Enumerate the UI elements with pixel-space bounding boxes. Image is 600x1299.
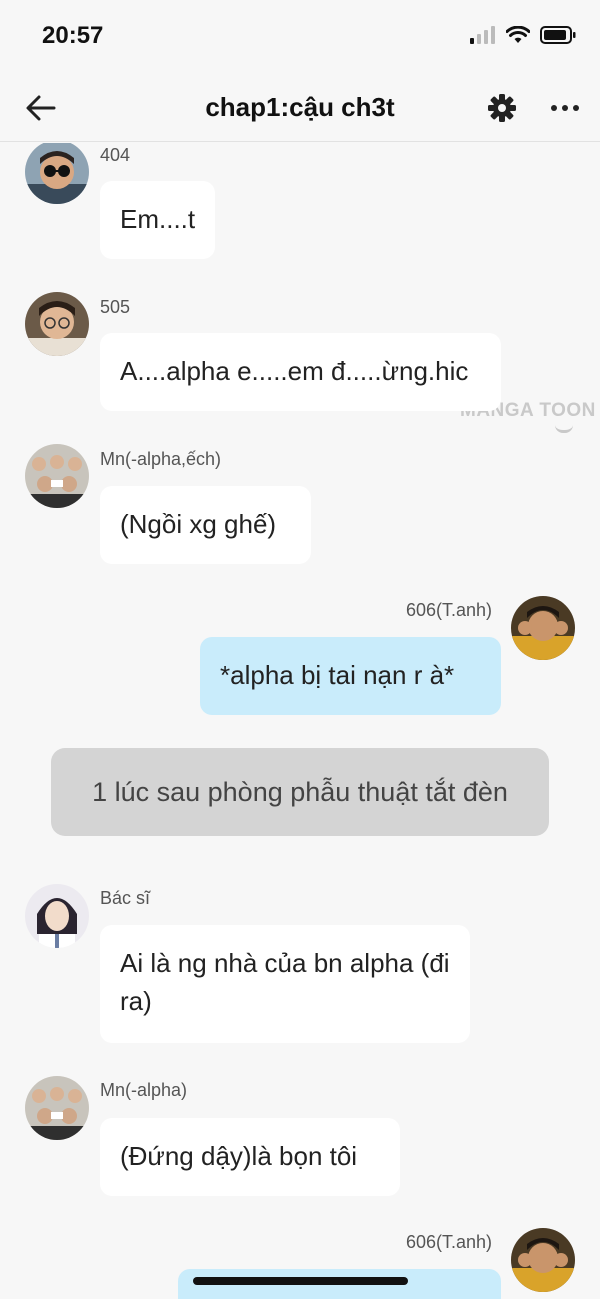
sender-name: Bác sĩ xyxy=(100,888,151,908)
home-indicator[interactable] xyxy=(193,1277,408,1285)
sender-name: Mn(-alpha) xyxy=(100,1080,188,1100)
avatar[interactable] xyxy=(25,884,89,948)
sender-name: 606(T.anh) xyxy=(406,600,493,620)
message-bubble[interactable]: (Ngồi xg ghế) xyxy=(100,486,311,564)
status-time: 20:57 xyxy=(42,22,104,49)
avatar[interactable] xyxy=(511,1228,575,1292)
message-bubble[interactable]: Ai là ng nhà của bn alpha (đi ra) xyxy=(100,925,470,1043)
wifi-icon xyxy=(506,26,530,43)
message-bubble[interactable]: A....alpha e.....em đ.....ừng.hic xyxy=(100,333,501,411)
message-bubble[interactable]: (Đứng dậy)là bọn tôi xyxy=(100,1118,400,1196)
narration-bubble: 1 lúc sau phòng phẫu thuật tắt đèn xyxy=(51,748,549,836)
sender-name: Mn(-alpha,ếch) xyxy=(100,449,222,469)
nav-bar: chap1:cậu ch3t xyxy=(0,76,600,142)
message-bubble[interactable]: Em....t xyxy=(100,181,215,259)
battery-icon xyxy=(540,26,576,44)
sender-name: 505 xyxy=(100,297,131,317)
avatar[interactable] xyxy=(25,1076,89,1140)
gear-icon[interactable] xyxy=(486,92,518,124)
sender-name: 404 xyxy=(100,145,131,165)
watermark-smile-icon xyxy=(555,425,573,433)
avatar[interactable] xyxy=(25,444,89,508)
status-icons xyxy=(470,26,576,44)
avatar[interactable] xyxy=(25,143,89,204)
sender-name: 606(T.anh) xyxy=(406,1232,493,1252)
status-bar: 20:57 xyxy=(0,0,600,76)
avatar[interactable] xyxy=(25,292,89,356)
chat-area[interactable]: MANGA TOON 404 Em....t 505 A....alpha e.… xyxy=(0,143,600,1299)
avatar[interactable] xyxy=(511,596,575,660)
message-bubble[interactable]: *alpha bị tai nạn r à* xyxy=(200,637,501,715)
more-icon[interactable] xyxy=(548,92,582,124)
signal-icon xyxy=(470,26,495,44)
